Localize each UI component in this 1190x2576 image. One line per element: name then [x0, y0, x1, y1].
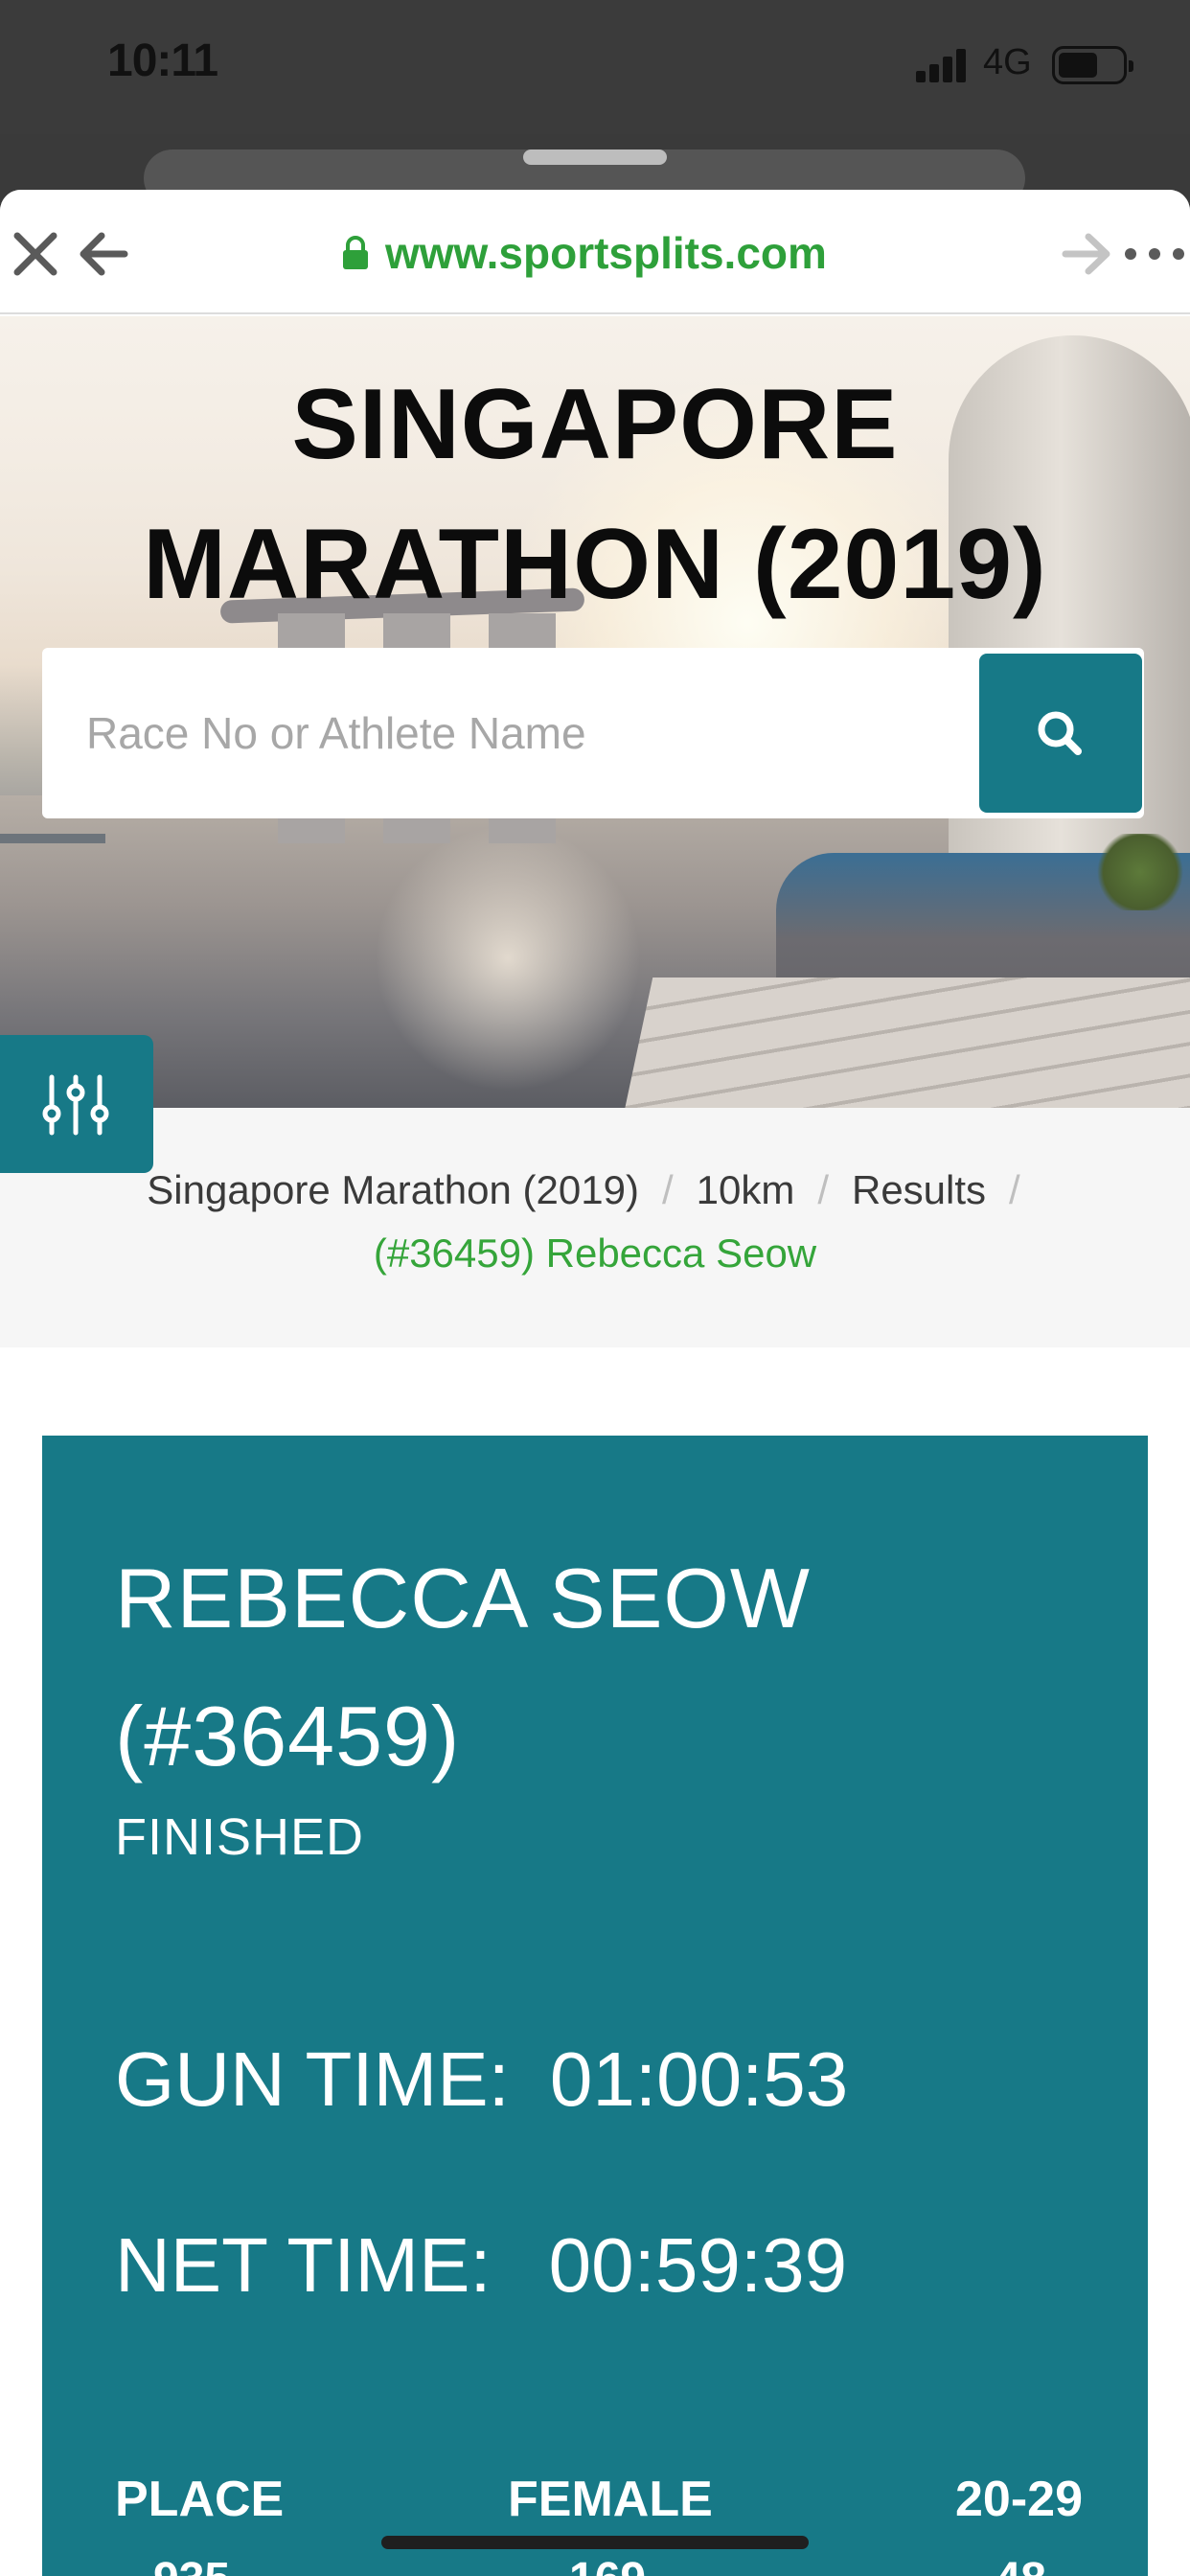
search-bar [42, 648, 1144, 818]
net-time-label: NET TIME: [115, 2222, 492, 2308]
gender-place-value: 169 [569, 2553, 646, 2576]
gun-time-row: GUN TIME: 01:00:53 [115, 2036, 848, 2124]
breadcrumb-item-results[interactable]: Results [852, 1167, 986, 1212]
page-title: SINGAPORE MARATHON (2019) [143, 369, 1047, 620]
forward-arrow-icon [1062, 233, 1110, 275]
url-text: www.sportsplits.com [385, 228, 827, 278]
hero-reflection [364, 815, 652, 1102]
forward-button[interactable] [1060, 230, 1113, 278]
back-button[interactable] [77, 228, 130, 280]
status-bar: 10:11 4G [0, 0, 1190, 134]
rank-labels: PLACE FEMALE 20-29 [115, 2471, 1083, 2538]
lock-icon [341, 235, 370, 271]
breadcrumb-trail: Singapore Marathon (2019) / 10km / Results / [0, 1167, 1190, 1213]
place-label: PLACE [115, 2472, 285, 2527]
signal-icon [916, 48, 970, 82]
hero-pier [0, 834, 105, 920]
age-group-label: 20-29 [955, 2472, 1083, 2527]
browser-sheet: www.sportsplits.com SINGAPORE MARATHON (… [0, 190, 1190, 2576]
gun-time-label: GUN TIME: [115, 2036, 510, 2122]
finish-status: FINISHED [115, 1808, 365, 1866]
more-button[interactable] [1123, 240, 1186, 268]
filter-button[interactable] [0, 1035, 153, 1173]
hero-banner: SINGAPORE MARATHON (2019) [0, 316, 1190, 1108]
network-label: 4G [983, 42, 1032, 82]
browser-toolbar: www.sportsplits.com [0, 190, 1190, 314]
rank-values: 935 169 48 [115, 2553, 1083, 2576]
place-value: 935 [153, 2553, 230, 2576]
breadcrumb: Singapore Marathon (2019)/10km / Results / … [0, 1108, 1190, 1347]
result-card: REBECCA SEOW (#36459) FINISHED GUN TIME:… [42, 1436, 1148, 2576]
breadcrumb-item-distance[interactable]: 10km [697, 1167, 795, 1212]
back-arrow-icon [80, 232, 128, 276]
close-button[interactable] [10, 228, 61, 280]
athlete-name: REBECCA SEOW (#36459) [115, 1530, 1073, 1806]
hero-trees [1092, 834, 1188, 910]
net-time-row: NET TIME: 00:59:39 [115, 2221, 847, 2310]
more-icon [1125, 248, 1184, 260]
search-input[interactable] [42, 648, 977, 818]
sheet-grabber[interactable] [523, 150, 667, 165]
breadcrumb-separator: / [817, 1167, 829, 1212]
breadcrumb-separator: / [1009, 1167, 1020, 1212]
breadcrumb-item-event[interactable]: Singapore Marathon (2019) [147, 1167, 639, 1212]
net-time-value: 00:59:39 [548, 2222, 848, 2308]
breadcrumb-current: (#36459) Rebecca Seow [373, 1230, 817, 1276]
address-bar[interactable]: www.sportsplits.com [341, 226, 827, 280]
breadcrumb-separator: / [661, 1167, 674, 1212]
search-button[interactable] [979, 654, 1142, 813]
battery-icon [1052, 46, 1133, 84]
age-group-place-value: 48 [995, 2553, 1046, 2576]
close-icon [13, 232, 57, 276]
gun-time-value: 01:00:53 [549, 2036, 849, 2122]
search-icon [1038, 711, 1082, 755]
athlete-bib: (#36459) [115, 1689, 461, 1783]
home-indicator[interactable] [381, 2536, 809, 2549]
filter-sliders-icon [42, 1074, 109, 1136]
gender-label: FEMALE [508, 2472, 713, 2527]
hero-steps [611, 978, 1190, 1108]
athlete-name-text: REBECCA SEOW [115, 1551, 811, 1645]
status-time: 10:11 [107, 35, 218, 86]
